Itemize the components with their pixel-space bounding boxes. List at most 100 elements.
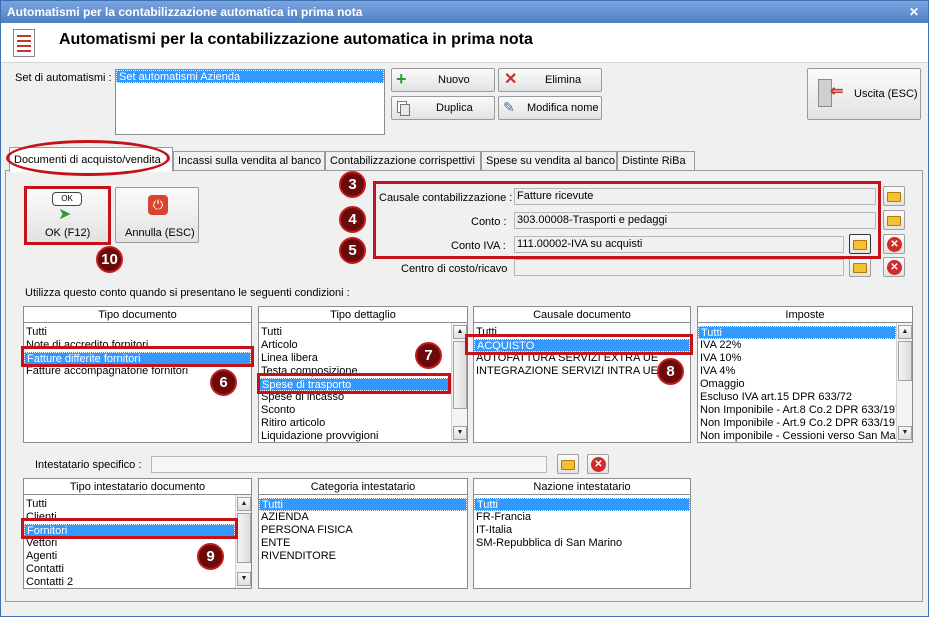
scroll-up-icon[interactable]: ▲ xyxy=(898,325,912,339)
delete-icon: ✕ xyxy=(591,457,606,472)
tab-spese[interactable]: Spese su vendita al banco xyxy=(481,151,617,171)
list-item[interactable]: Tutti xyxy=(259,326,467,339)
scroll-thumb[interactable] xyxy=(237,513,251,563)
list-item[interactable]: Omaggio xyxy=(698,378,896,391)
set-list[interactable]: Set automatismi Azienda xyxy=(115,69,385,135)
tipo-dettaglio-header: Tipo dettaglio xyxy=(258,306,468,322)
annulla-label: Annulla (ESC) xyxy=(125,227,195,239)
badge-8: 8 xyxy=(657,358,684,385)
list-item[interactable]: PERSONA FISICA xyxy=(259,524,467,537)
page-title: Automatismi per la contabilizzazione aut… xyxy=(59,31,533,48)
scroll-down-icon[interactable]: ▼ xyxy=(453,426,467,440)
window-title: Automatismi per la contabilizzazione aut… xyxy=(7,5,363,19)
list-item[interactable]: Ritiro articolo xyxy=(259,417,467,430)
delete-icon: ✕ xyxy=(887,237,902,252)
uscita-button[interactable]: ⇐ Uscita (ESC) xyxy=(807,68,921,120)
list-item[interactable]: Sconto xyxy=(259,404,467,417)
nuovo-button[interactable]: + Nuovo xyxy=(391,68,495,92)
imposte-header: Imposte xyxy=(697,306,913,322)
folder-icon xyxy=(561,460,575,470)
list-item[interactable]: Non imponibile - Cessioni verso San Mari… xyxy=(698,430,896,442)
tipo-intestatario-header: Tipo intestatario documento xyxy=(23,478,252,494)
annotation-ok-box xyxy=(24,186,111,245)
duplica-button[interactable]: Duplica xyxy=(391,96,495,120)
intestatario-browse-button[interactable] xyxy=(557,454,579,474)
list-item[interactable]: Liquidazione provvigioni xyxy=(259,430,467,442)
list-item[interactable]: Tutti xyxy=(474,498,690,511)
list-item[interactable]: Escluso IVA art.15 DPR 633/72 xyxy=(698,391,896,404)
plus-icon: + xyxy=(396,69,407,89)
imposte-list[interactable]: Tutti IVA 22% IVA 10% IVA 4% Omaggio Esc… xyxy=(697,322,913,443)
conto-browse-button[interactable] xyxy=(883,210,905,230)
annotation-tab-ellipse xyxy=(6,140,170,176)
causale-browse-button[interactable] xyxy=(883,186,905,206)
tipo-intestatario-list[interactable]: Tutti Clienti Fornitori Vettori Agenti C… xyxy=(23,494,252,589)
scroll-up-icon[interactable]: ▲ xyxy=(237,497,251,511)
list-item[interactable]: AZIENDA xyxy=(259,511,467,524)
tab-riba[interactable]: Distinte RiBa xyxy=(617,151,695,171)
intestatario-field[interactable] xyxy=(151,456,547,473)
edit-icon: ✎ xyxy=(503,99,515,115)
scroll-down-icon[interactable]: ▼ xyxy=(237,572,251,586)
folder-icon xyxy=(853,263,867,273)
list-item[interactable]: Tutti xyxy=(259,498,467,511)
set-label: Set di automatismi : xyxy=(15,72,112,84)
annotation-fields-box xyxy=(373,181,881,259)
modifica-nome-button[interactable]: ✎ Modifica nome xyxy=(498,96,602,120)
list-item[interactable]: IVA 10% xyxy=(698,352,896,365)
list-item[interactable]: SM-Repubblica di San Marino xyxy=(474,537,690,550)
tab-corrispettivi[interactable]: Contabilizzazione corrispettivi xyxy=(325,151,481,171)
imposte-scrollbar[interactable]: ▲ ▼ xyxy=(896,323,912,442)
delete-icon: ✕ xyxy=(887,260,902,275)
list-item[interactable]: Set automatismi Azienda xyxy=(116,70,384,83)
annotation-tipo-dettaglio-box xyxy=(257,373,451,394)
duplica-label: Duplica xyxy=(436,102,473,114)
centro-field[interactable] xyxy=(514,259,844,276)
list-item[interactable]: RIVENDITORE xyxy=(259,550,467,563)
centro-browse-button[interactable] xyxy=(849,257,871,277)
centro-label: Centro di costo/ricavo xyxy=(401,263,508,275)
list-item[interactable]: Contatti 2 xyxy=(24,576,251,588)
causale-documento-header: Causale documento xyxy=(473,306,691,322)
folder-icon xyxy=(887,192,901,202)
badge-5: 5 xyxy=(339,237,366,264)
list-item[interactable]: IVA 22% xyxy=(698,339,896,352)
badge-4: 4 xyxy=(339,206,366,233)
tab-incassi[interactable]: Incassi sulla vendita al banco xyxy=(173,151,325,171)
badge-6: 6 xyxy=(210,369,237,396)
modifica-label: Modifica nome xyxy=(527,102,599,114)
annotation-tipo-documento-box xyxy=(21,346,254,367)
scroll-down-icon[interactable]: ▼ xyxy=(898,426,912,440)
intestatario-label: Intestatario specifico : xyxy=(35,459,142,471)
tipo-intestatario-scrollbar[interactable]: ▲ ▼ xyxy=(235,495,251,588)
list-item[interactable]: ENTE xyxy=(259,537,467,550)
close-icon[interactable]: ✕ xyxy=(906,4,922,20)
delete-icon: ✕ xyxy=(504,71,518,88)
list-item[interactable]: IT-Italia xyxy=(474,524,690,537)
conditions-label: Utilizza questo conto quando si presenta… xyxy=(25,287,350,299)
folder-icon xyxy=(887,216,901,226)
scroll-thumb[interactable] xyxy=(898,341,912,381)
nazione-intestatario-header: Nazione intestatario xyxy=(473,478,691,494)
annulla-button[interactable]: ⏻ Annulla (ESC) xyxy=(115,187,199,243)
conto-iva-delete-button[interactable]: ✕ xyxy=(883,234,905,254)
elimina-label: Elimina xyxy=(545,74,582,86)
list-item[interactable]: FR-Francia xyxy=(474,511,690,524)
centro-delete-button[interactable]: ✕ xyxy=(883,257,905,277)
badge-10: 10 xyxy=(96,246,123,273)
list-item[interactable]: IVA 4% xyxy=(698,365,896,378)
list-item[interactable]: Non Imponibile - Art.9 Co.2 DPR 633/197 xyxy=(698,417,896,430)
header: Automatismi per la contabilizzazione aut… xyxy=(1,23,928,63)
list-item[interactable]: Tutti xyxy=(698,326,896,339)
list-item[interactable]: Non Imponibile - Art.8 Co.2 DPR 633/197 xyxy=(698,404,896,417)
intestatario-delete-button[interactable]: ✕ xyxy=(587,454,609,474)
list-item[interactable]: Tutti xyxy=(24,498,251,511)
list-item[interactable]: Tutti xyxy=(24,326,251,339)
power-icon: ⏻ xyxy=(148,195,168,215)
elimina-button[interactable]: ✕ Elimina xyxy=(498,68,602,92)
main-window: Automatismi per la contabilizzazione aut… xyxy=(0,0,929,617)
badge-3: 3 xyxy=(339,171,366,198)
categoria-intestatario-list[interactable]: Tutti AZIENDA PERSONA FISICA ENTE RIVEND… xyxy=(258,494,468,589)
badge-7: 7 xyxy=(415,342,442,369)
nazione-intestatario-list[interactable]: Tutti FR-Francia IT-Italia SM-Repubblica… xyxy=(473,494,691,589)
